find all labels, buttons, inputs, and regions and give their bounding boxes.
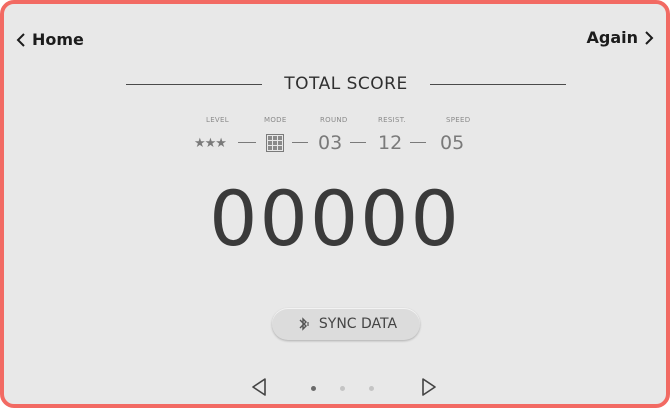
page-title: TOTAL SCORE (284, 74, 408, 94)
again-label: Again (586, 28, 638, 47)
top-bar: Home Again (4, 26, 666, 58)
resist-value: 12 (378, 132, 403, 154)
title-right-rule (429, 83, 566, 85)
chevron-right-icon (645, 30, 654, 45)
separator-dash (238, 142, 256, 143)
chevron-left-icon (16, 32, 25, 47)
separator-dash (410, 142, 426, 143)
title-left-rule (126, 83, 263, 85)
separator-dash (350, 142, 366, 143)
page-dot-active[interactable] (311, 386, 316, 391)
grid-mode-icon (266, 134, 284, 152)
speed-value: 05 (440, 132, 465, 154)
page-dot[interactable] (340, 386, 345, 391)
level-label: LEVEL (206, 116, 229, 124)
level-stars: ★★★ (194, 136, 227, 151)
total-score-value: 00000 (209, 174, 461, 263)
round-value: 03 (318, 132, 343, 154)
again-button[interactable]: Again (586, 28, 654, 47)
page-navigation (4, 376, 666, 404)
triangle-left-icon (252, 378, 266, 396)
mode-label: MODE (264, 116, 287, 124)
round-label: ROUND (320, 116, 348, 124)
separator-dash (292, 142, 308, 143)
triangle-right-icon (422, 378, 436, 396)
sync-data-label: SYNC DATA (318, 316, 398, 332)
next-page-button[interactable] (420, 376, 438, 398)
resist-label: RESIST. (378, 116, 407, 124)
title-row: TOTAL SCORE (126, 72, 566, 96)
settings-summary: LEVEL ★★★ MODE ROUND 03 RESIST. 12 SPEED… (194, 116, 494, 164)
home-button[interactable]: Home (16, 30, 84, 49)
home-label: Home (32, 30, 84, 49)
previous-page-button[interactable] (250, 376, 268, 398)
page-dot[interactable] (369, 386, 374, 391)
speed-label: SPEED (446, 116, 471, 124)
screen-frame: Home Again TOTAL SCORE LEVEL ★★★ MODE RO… (0, 0, 670, 408)
bluetooth-icon (299, 317, 309, 331)
sync-data-button[interactable]: SYNC DATA (272, 308, 420, 340)
